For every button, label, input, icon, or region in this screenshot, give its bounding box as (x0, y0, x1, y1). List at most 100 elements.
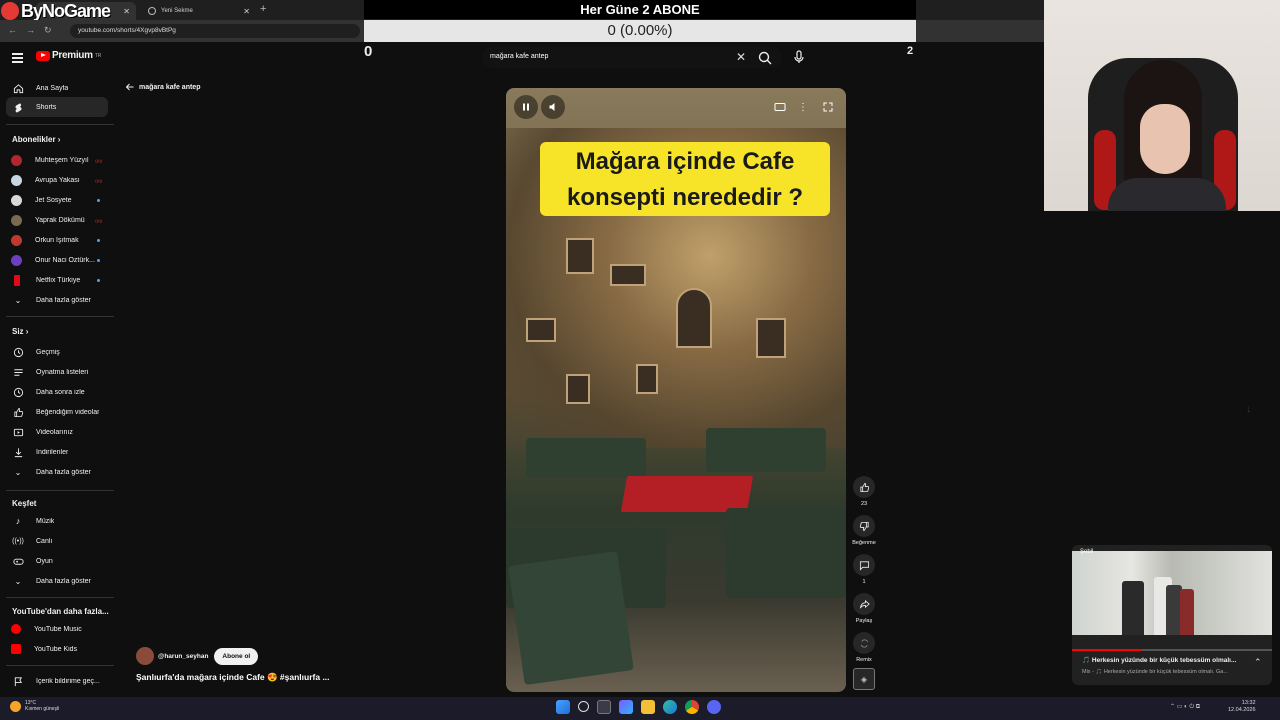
video-caption[interactable]: Şanlıurfa'da mağara içinde Cafe 😍 #şanlı… (136, 672, 330, 683)
search-icon[interactable] (756, 49, 774, 67)
subscribe-button[interactable]: Abone ol (214, 647, 259, 665)
menu-icon[interactable] (12, 53, 23, 65)
chevron-up-icon[interactable]: ⌃ (1254, 657, 1262, 668)
miniplayer-thumbnail[interactable] (1072, 551, 1272, 635)
comment-action[interactable]: 1 (852, 554, 876, 585)
globe-icon (148, 7, 156, 15)
subscriptions-heading[interactable]: Abonelikler › (12, 135, 60, 144)
fullscreen-icon[interactable] (816, 95, 840, 119)
remix-action[interactable]: Remix (852, 632, 876, 663)
miniplayer-progress[interactable] (1072, 649, 1272, 651)
channel-avatar (11, 254, 22, 266)
discord-icon[interactable] (707, 700, 721, 714)
history-icon (12, 346, 24, 358)
sidebar-item-live[interactable]: ((•)) Canlı (6, 531, 108, 551)
captions-icon[interactable] (768, 95, 792, 119)
sidebar-item-label: Daha fazla göster (36, 577, 91, 585)
reload-icon[interactable]: ↻ (44, 25, 52, 36)
arrow-down-icon[interactable]: ↓ (1246, 404, 1251, 415)
search-input[interactable]: mağara kafe antep ✕ (482, 47, 782, 68)
more-options-icon[interactable]: ⋮ (791, 95, 815, 119)
close-tab-icon[interactable]: ✕ (243, 7, 250, 16)
like-count: 23 (860, 501, 868, 507)
sidebar-item-watch-later[interactable]: Daha sonra izle (6, 382, 108, 402)
video-scene-frame (756, 318, 786, 358)
system-tray[interactable]: ⌃ ▭ ◐ ⏻ ⧉ (1170, 703, 1200, 711)
comment-icon[interactable] (853, 554, 875, 576)
sidebar-item-report[interactable]: İçerik bildirime geç... (6, 671, 108, 691)
live-indicator-icon: ((•)) (95, 157, 102, 163)
your-videos-icon (12, 426, 24, 438)
sidebar-item-gaming[interactable]: Oyun (6, 551, 108, 571)
share-icon[interactable] (853, 593, 875, 615)
taskbar-clock[interactable]: 13:32 12.04.2026 (1228, 700, 1256, 714)
pause-icon[interactable] (514, 95, 538, 119)
shorts-video[interactable]: Mağara içinde Cafe konsepti nerededir ? … (506, 88, 846, 692)
sidebar-item-show-more[interactable]: ⌄ Daha fazla göster (6, 290, 108, 310)
sidebar-item-youtube-music[interactable]: YouTube Music (6, 619, 108, 639)
dislike-icon[interactable] (853, 515, 875, 537)
url-field[interactable]: youtube.com/shorts/4Xgvp8vBtPg (70, 24, 360, 38)
sidebar-item-music[interactable]: ♪ Müzik (6, 511, 108, 531)
subscriber-goal-start: 0 (364, 43, 373, 60)
sidebar-item-subscription[interactable]: Onur Naci Öztürk... (6, 250, 108, 270)
sidebar-item-subscription[interactable]: Avrupa Yakası ((•)) (6, 170, 108, 190)
sidebar-item-shorts[interactable]: Shorts (6, 97, 108, 117)
sidebar-item-subscription[interactable]: Yaprak Dökümü ((•)) (6, 210, 108, 230)
tab-new[interactable]: Yeni Sekme ✕ (140, 2, 256, 20)
sidebar-item-playlists[interactable]: Oynatma listeleri (6, 362, 108, 382)
volume-icon[interactable] (541, 95, 565, 119)
subscriber-goal-target: 2 (907, 45, 914, 57)
sidebar-item-show-more[interactable]: ⌄ Daha fazla göster (6, 571, 108, 591)
miniplayer[interactable]: Şebil 🎵 Herkesin yüzünde bir küçük tebes… (1072, 545, 1272, 685)
sidebar-item-home[interactable]: Ana Sayfa (6, 78, 108, 98)
chrome-icon[interactable] (685, 700, 699, 714)
search-results-back[interactable]: mağara kafe antep (125, 82, 200, 92)
clear-search-icon[interactable]: ✕ (736, 50, 746, 64)
copilot-icon[interactable] (619, 700, 633, 714)
sidebar-item-label: Shorts (36, 103, 57, 111)
dislike-action[interactable]: Beğenme (852, 515, 876, 546)
sidebar-item-subscription[interactable]: Muhteşem Yüzyıl ((•)) (6, 150, 108, 170)
sidebar-item-show-more[interactable]: ⌄ Daha fazla göster (6, 462, 108, 482)
sidebar-item-label: Netflix Türkiye (36, 276, 81, 284)
close-tab-icon[interactable]: ✕ (123, 7, 130, 16)
forward-icon[interactable]: → (26, 25, 35, 35)
like-action[interactable]: 23 (852, 476, 876, 507)
miniplayer-title[interactable]: 🎵 Herkesin yüzünde bir küçük tebessüm ol… (1082, 656, 1247, 664)
sidebar-item-subscription[interactable]: Orkun Işıtmak (6, 230, 108, 250)
edge-icon[interactable] (663, 700, 677, 714)
sidebar-item-label: Videolarınız (36, 428, 73, 436)
file-explorer-icon[interactable] (641, 700, 655, 714)
you-heading[interactable]: Siz › (12, 327, 28, 336)
sound-thumbnail[interactable]: ◈ (852, 668, 876, 690)
sidebar-item-youtube-kids[interactable]: YouTube Kids (6, 639, 108, 659)
channel-avatar[interactable] (136, 647, 154, 665)
new-tab-button[interactable]: + (260, 3, 266, 15)
share-action[interactable]: Paylaş (852, 593, 876, 624)
channel-avatar (11, 214, 22, 226)
sidebar-item-label: İndirilenler (36, 448, 69, 456)
sidebar-item-your-videos[interactable]: Videolarınız (6, 422, 108, 442)
channel-name[interactable]: @harun_seyhan (158, 653, 208, 660)
sidebar-item-liked-videos[interactable]: Beğendiğim videolar (6, 402, 108, 422)
youtube-logo[interactable]: Premium TR (36, 50, 101, 61)
sidebar-item-label: Daha sonra izle (36, 388, 85, 396)
back-icon[interactable]: ← (8, 25, 17, 35)
remix-icon[interactable] (853, 632, 875, 654)
search-taskbar-icon[interactable] (578, 701, 589, 712)
task-view-icon[interactable] (597, 700, 611, 714)
microphone-icon[interactable] (790, 48, 808, 66)
like-icon[interactable] (853, 476, 875, 498)
sidebar-item-subscription[interactable]: Netflix Türkiye (6, 270, 108, 290)
windows-start-icon[interactable] (556, 700, 570, 714)
weather-widget[interactable]: 13°C Kısmen güneşli (10, 700, 59, 712)
sidebar-item-history[interactable]: Geçmiş (6, 342, 108, 362)
new-content-dot (97, 278, 100, 282)
music-track-icon[interactable]: ◈ (853, 668, 875, 690)
sidebar-item-label: Muhteşem Yüzyıl (35, 156, 89, 164)
region-code: TR (94, 52, 102, 59)
chevron-down-icon: ⌄ (14, 576, 22, 586)
sidebar-item-subscription[interactable]: Jet Sosyete (6, 190, 108, 210)
sidebar-item-downloads[interactable]: İndirilenler (6, 442, 108, 462)
